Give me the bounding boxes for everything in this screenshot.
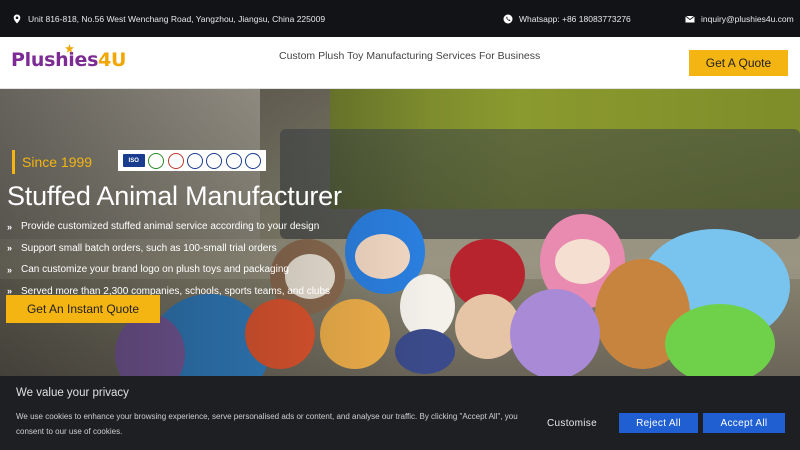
site-header: Plushies 4U Custom Plush Toy Manufacturi…	[0, 37, 800, 89]
logo-text-primary: Plushies	[11, 49, 99, 71]
address-item: Unit 816-818, No.56 West Wenchang Road, …	[12, 0, 325, 37]
hero-bullet-text: Support small batch orders, such as 100-…	[21, 242, 277, 254]
envelope-icon	[685, 14, 695, 24]
double-chevron-icon: »	[7, 221, 13, 232]
location-pin-icon	[12, 14, 22, 24]
since-year-label: Since 1999	[12, 150, 92, 174]
hero-bullet-list: » Provide customized stuffed animal serv…	[7, 216, 330, 302]
logo-star-icon	[65, 44, 74, 53]
iso-cert-icon: ISO	[122, 154, 145, 167]
hero-bullet-item: » Provide customized stuffed animal serv…	[7, 216, 330, 238]
customise-button[interactable]: Customise	[527, 413, 617, 433]
hero-bullet-text: Provide customized stuffed animal servic…	[21, 221, 320, 233]
whatsapp-icon	[503, 14, 513, 24]
logo-text-secondary: 4U	[98, 49, 127, 71]
email-text[interactable]: inquiry@plushies4u.com	[701, 14, 794, 24]
hero-bullet-item: » Support small batch orders, such as 10…	[7, 238, 330, 260]
whatsapp-text[interactable]: Whatsapp: +86 18083773276	[519, 14, 631, 24]
header-tagline: Custom Plush Toy Manufacturing Services …	[279, 50, 541, 62]
red-cert-icon	[167, 152, 184, 169]
instant-quote-button[interactable]: Get An Instant Quote	[6, 295, 160, 323]
cpsia-cert-icon	[245, 152, 262, 169]
double-chevron-icon: »	[7, 243, 13, 254]
hero-bullet-text: Can customize your brand logo on plush t…	[21, 264, 289, 276]
whatsapp-item[interactable]: Whatsapp: +86 18083773276	[503, 0, 631, 37]
double-chevron-icon: »	[7, 264, 13, 275]
en71-cert-icon	[206, 152, 223, 169]
certification-badges: ISO	[118, 150, 266, 171]
cookie-title: We value your privacy	[16, 387, 129, 399]
ce-cert-icon	[186, 152, 203, 169]
astm-cert-icon	[225, 152, 242, 169]
email-item[interactable]: inquiry@plushies4u.com	[685, 0, 794, 37]
reject-all-button[interactable]: Reject All	[619, 413, 698, 433]
hero-banner: Since 1999 ISO Stuffed Animal Manufactur…	[0, 89, 800, 376]
accept-all-button[interactable]: Accept All	[703, 413, 785, 433]
green-cert-icon	[148, 152, 165, 169]
cookie-description: We use cookies to enhance your browsing …	[16, 412, 518, 436]
address-text: Unit 816-818, No.56 West Wenchang Road, …	[28, 13, 326, 24]
hero-bullet-item: » Can customize your brand logo on plush…	[7, 259, 330, 281]
site-logo[interactable]: Plushies 4U	[11, 44, 127, 75]
get-a-quote-button[interactable]: Get A Quote	[689, 50, 788, 76]
hero-title: Stuffed Animal Manufacturer	[7, 181, 342, 211]
top-contact-bar: Unit 816-818, No.56 West Wenchang Road, …	[0, 0, 800, 37]
cookie-consent-banner: We value your privacy We use cookies to …	[0, 376, 800, 450]
